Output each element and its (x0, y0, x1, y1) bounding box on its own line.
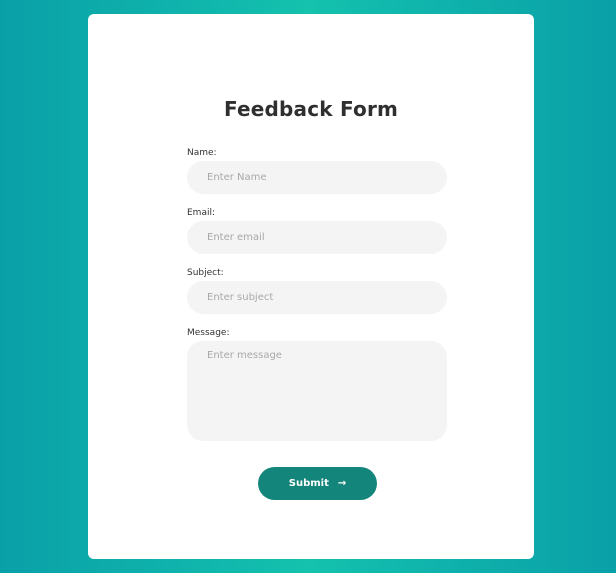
subject-label: Subject: (187, 268, 224, 278)
form-title: Feedback Form (223, 97, 399, 121)
feedback-form-card: Feedback Form Name: Email: Subject: Mess… (88, 14, 534, 559)
name-input[interactable] (187, 161, 447, 194)
name-label: Name: (187, 148, 217, 158)
email-input[interactable] (187, 221, 447, 254)
submit-button[interactable]: Submit → (258, 467, 377, 500)
subject-input[interactable] (187, 281, 447, 314)
message-label: Message: (187, 328, 230, 338)
submit-label: Submit (288, 478, 329, 489)
arrow-right-icon: → (337, 478, 347, 489)
email-label: Email: (187, 208, 216, 218)
message-textarea[interactable] (187, 341, 447, 441)
